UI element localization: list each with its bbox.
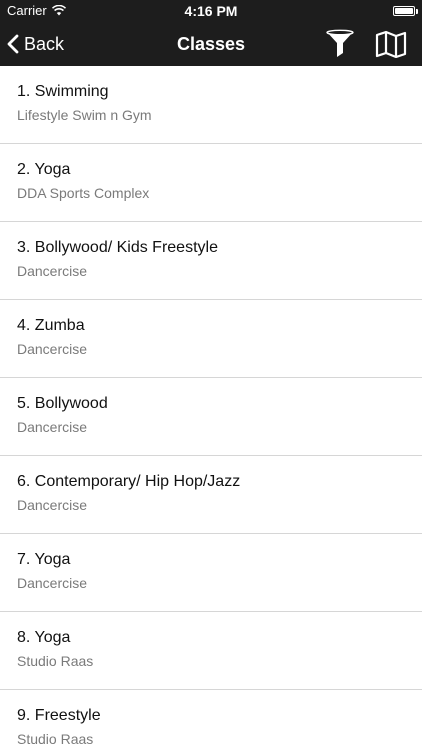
- class-venue: Lifestyle Swim n Gym: [17, 107, 152, 123]
- list-item[interactable]: 5. Bollywood Dancercise: [0, 378, 422, 456]
- list-item[interactable]: 2. Yoga DDA Sports Complex: [0, 144, 422, 222]
- status-bar: Carrier 4:16 PM: [0, 0, 422, 22]
- battery-icon: [393, 6, 418, 16]
- back-label: Back: [24, 33, 65, 54]
- class-venue: Dancercise: [17, 419, 88, 435]
- class-title: 3. Bollywood/ Kids Freestyle: [17, 239, 218, 256]
- filter-funnel-icon: [326, 29, 354, 57]
- class-venue: Studio Raas: [17, 653, 94, 669]
- class-list: 1. Swimming Lifestyle Swim n Gym 2. Yoga DD…: [0, 66, 422, 750]
- class-venue: Studio Raas: [17, 731, 94, 747]
- list-item[interactable]: 6. Contemporary/ Hip Hop/Jazz Dancercise: [0, 456, 422, 534]
- filter-button[interactable]: [322, 28, 358, 60]
- list-item[interactable]: 9. Freestyle Studio Raas: [0, 690, 422, 750]
- list-item[interactable]: 7. Yoga Dancercise: [0, 534, 422, 612]
- navigation-bar: Back Classes: [0, 22, 422, 66]
- class-title: 7. Yoga: [17, 551, 71, 568]
- battery-fill: [395, 8, 413, 14]
- class-venue: Dancercise: [17, 263, 88, 279]
- class-title: 9. Freestyle: [17, 707, 101, 724]
- class-title: 1. Swimming: [17, 83, 109, 100]
- chevron-left-icon: [7, 34, 19, 54]
- list-item[interactable]: 8. Yoga Studio Raas: [0, 612, 422, 690]
- list-item[interactable]: 1. Swimming Lifestyle Swim n Gym: [0, 66, 422, 144]
- class-title: 8. Yoga: [17, 629, 71, 646]
- class-venue: Dancercise: [17, 575, 88, 591]
- app-screen: Carrier 4:16 PM Back Classes 1. Swimming…: [0, 0, 422, 750]
- map-button[interactable]: [372, 28, 410, 60]
- status-time: 4:16 PM: [184, 3, 238, 19]
- class-title: 4. Zumba: [17, 317, 85, 334]
- class-venue: DDA Sports Complex: [17, 185, 150, 201]
- class-title: 2. Yoga: [17, 161, 71, 178]
- class-venue: Dancercise: [17, 341, 88, 357]
- list-item[interactable]: 3. Bollywood/ Kids Freestyle Dancercise: [0, 222, 422, 300]
- class-venue: Dancercise: [17, 497, 88, 513]
- class-title: 6. Contemporary/ Hip Hop/Jazz: [17, 473, 241, 490]
- class-title: 5. Bollywood: [17, 395, 108, 412]
- map-icon: [375, 30, 407, 58]
- list-item[interactable]: 4. Zumba Dancercise: [0, 300, 422, 378]
- back-button[interactable]: Back: [6, 22, 64, 66]
